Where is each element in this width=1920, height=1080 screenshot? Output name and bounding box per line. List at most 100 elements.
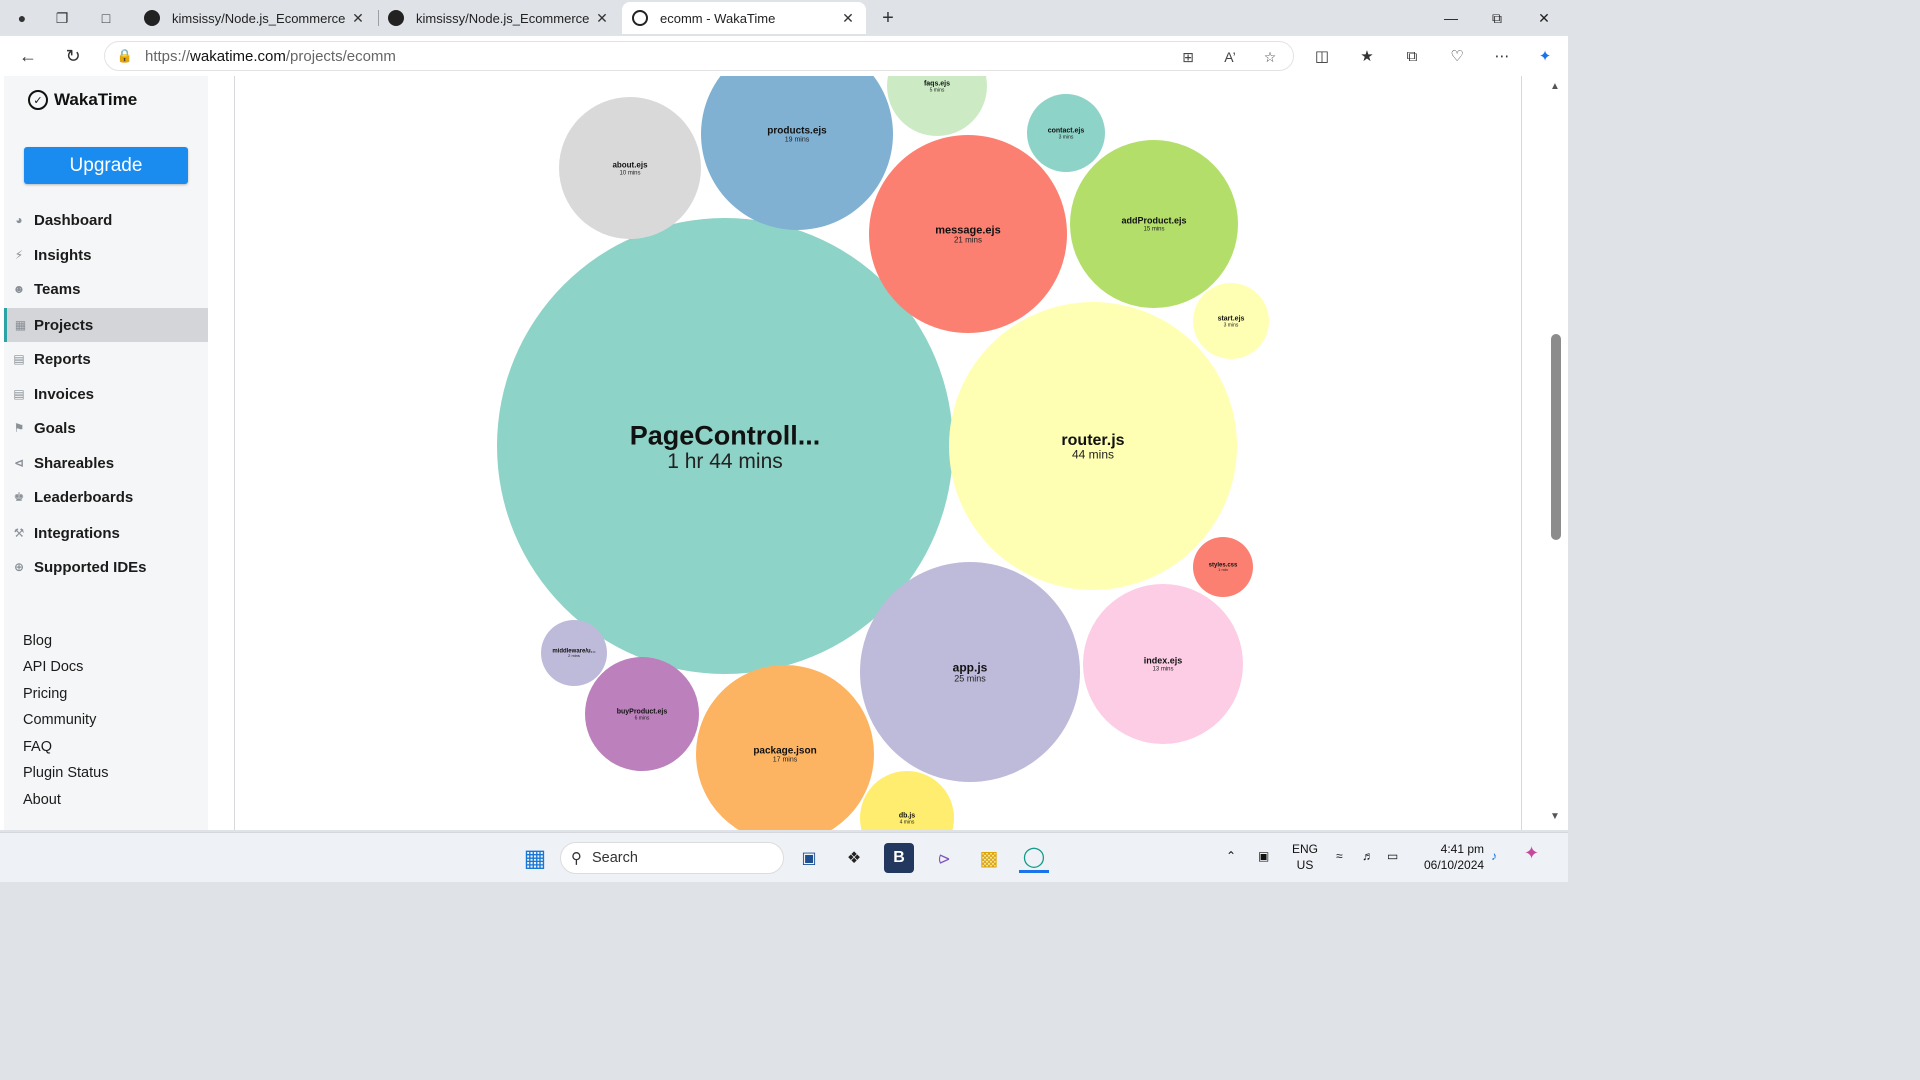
file-bubble-about-ejs[interactable]: about.ejs10 mins xyxy=(559,97,701,239)
sidebar-item-integrations[interactable]: ⚒ Integrations xyxy=(4,516,208,550)
sidebar-item-shareables[interactable]: ⊲ Shareables xyxy=(4,446,208,480)
bitwarden-app-icon[interactable]: B xyxy=(884,843,914,873)
workspaces-icon[interactable]: ❐ xyxy=(50,6,74,30)
bubble-file-name: app.js xyxy=(953,660,988,674)
url-text: https://wakatime.com/projects/ecomm xyxy=(145,47,396,65)
vertical-scrollbar[interactable]: ▲ ▼ xyxy=(1546,76,1568,830)
file-bubble-index-ejs[interactable]: index.ejs13 mins xyxy=(1083,584,1243,744)
copilot-taskbar-icon[interactable]: ✦ xyxy=(1524,844,1539,862)
clock[interactable]: 4:41 pm 06/10/2024 xyxy=(1424,841,1484,873)
back-icon[interactable]: ← xyxy=(16,44,40,68)
profile-icon[interactable]: ● xyxy=(10,6,34,30)
split-screen-icon[interactable]: ◫ xyxy=(1310,44,1334,68)
sidebar-item-supported-ides[interactable]: ⊕ Supported IDEs xyxy=(4,550,208,584)
file-bubble-styles-css[interactable]: styles.css1 min xyxy=(1193,537,1253,597)
file-bubble-middleware-u[interactable]: middleware/u...2 mins xyxy=(541,620,607,686)
dropbox-icon[interactable]: ❖ xyxy=(839,843,869,873)
bubble-time: 10 mins xyxy=(619,170,640,176)
wakatime-logo[interactable]: ✓ WakaTime xyxy=(28,90,137,110)
new-tab-icon[interactable]: + xyxy=(876,6,900,30)
close-icon[interactable]: ✕ xyxy=(840,10,856,27)
copilot-icon[interactable]: ✦ xyxy=(1533,44,1557,68)
windows-start-icon[interactable]: ▦ xyxy=(520,843,550,873)
close-icon[interactable]: ✕ xyxy=(594,10,610,27)
file-bubble-contact-ejs[interactable]: contact.ejs3 mins xyxy=(1027,94,1105,172)
bubble-time: 4 mins xyxy=(900,819,915,825)
language-indicator[interactable]: ENG US xyxy=(1292,841,1318,873)
volume-icon[interactable]: ♬ xyxy=(1362,848,1374,864)
restore-icon[interactable]: ⧉ xyxy=(1483,6,1511,30)
page: ✓ WakaTime Upgrade ◕ Dashboard ⚡ Insight… xyxy=(0,76,1568,830)
file-bubble-faqs-ejs[interactable]: faqs.ejs5 mins xyxy=(887,76,987,136)
grid-icon: ▦ xyxy=(14,318,27,332)
wifi-icon[interactable]: ≈ xyxy=(1336,848,1343,864)
footer-link-pricing[interactable]: Pricing xyxy=(23,686,67,702)
sidebar-item-goals[interactable]: ⚑ Goals xyxy=(4,411,208,445)
file-bubble-message-ejs[interactable]: message.ejs21 mins xyxy=(869,135,1067,333)
tab-github-1[interactable]: kimsissy/Node.js_Ecommerce ✕ xyxy=(134,4,376,32)
more-options-icon[interactable]: ⋯ xyxy=(1490,44,1514,68)
scroll-up-icon[interactable]: ▲ xyxy=(1550,81,1560,92)
sidebar-item-reports[interactable]: ▤ Reports xyxy=(4,342,208,376)
file-bubble-router-js[interactable]: router.js44 mins xyxy=(949,302,1237,590)
file-bubble-products-ejs[interactable]: products.ejs19 mins xyxy=(701,76,893,230)
lock-icon[interactable]: 🔒 xyxy=(105,48,145,64)
footer-link-blog[interactable]: Blog xyxy=(23,633,52,649)
taskbar-search[interactable]: ⚲ Search xyxy=(560,842,784,874)
app-available-icon[interactable]: ⊞ xyxy=(1177,46,1199,68)
close-icon[interactable]: ✕ xyxy=(350,10,366,27)
footer-link-faq[interactable]: FAQ xyxy=(23,739,52,755)
visual-studio-icon[interactable]: ⪧ xyxy=(929,843,959,873)
sidebar-item-insights[interactable]: ⚡ Insights xyxy=(4,238,208,272)
sidebar-item-projects[interactable]: ▦ Projects xyxy=(4,308,208,342)
sidebar: ✓ WakaTime Upgrade ◕ Dashboard ⚡ Insight… xyxy=(4,76,208,830)
edge-browser-icon[interactable]: ◯ xyxy=(1019,843,1049,873)
tab-wakatime[interactable]: ecomm - WakaTime ✕ xyxy=(622,2,866,34)
sidebar-item-leaderboards[interactable]: ♚ Leaderboards xyxy=(4,480,208,514)
windows-taskbar: ▦ ⚲ Search ▣ ❖ B ⪧ ▩ ◯ ⌃ ▣ ENG US ≈ ♬ ▭ … xyxy=(0,832,1568,882)
file-bubble-db-js[interactable]: db.js4 mins xyxy=(860,771,954,830)
address-bar[interactable]: 🔒 https://wakatime.com/projects/ecomm ⊞ … xyxy=(104,41,1294,71)
file-explorer-icon[interactable]: ▩ xyxy=(974,843,1004,873)
window-close-icon[interactable]: ✕ xyxy=(1530,6,1558,30)
sidebar-item-teams[interactable]: ☻ Teams xyxy=(4,272,208,306)
file-bubble-app-js[interactable]: app.js25 mins xyxy=(860,562,1080,782)
footer-link-community[interactable]: Community xyxy=(23,712,96,728)
read-aloud-icon[interactable]: A’ xyxy=(1219,46,1241,68)
file-bubble-addproduct-ejs[interactable]: addProduct.ejs15 mins xyxy=(1070,140,1238,308)
footer-link-api-docs[interactable]: API Docs xyxy=(23,659,83,675)
upgrade-button[interactable]: Upgrade xyxy=(24,147,188,184)
bubble-time: 44 mins xyxy=(1072,448,1114,462)
github-icon xyxy=(388,10,404,26)
bubble-file-name: index.ejs xyxy=(1144,656,1183,666)
file-bubble-package-json[interactable]: package.json17 mins xyxy=(696,665,874,830)
sidebar-item-dashboard[interactable]: ◕ Dashboard xyxy=(4,203,208,237)
trophy-icon: ♚ xyxy=(13,490,25,504)
favorite-star-icon[interactable]: ☆ xyxy=(1259,46,1281,68)
footer-link-plugin-status[interactable]: Plugin Status xyxy=(23,765,108,781)
file-bubble-start-ejs[interactable]: start.ejs3 mins xyxy=(1193,283,1269,359)
tab-actions-icon[interactable]: □ xyxy=(94,6,118,30)
scroll-down-icon[interactable]: ▼ xyxy=(1550,811,1560,822)
favorites-icon[interactable]: ★ xyxy=(1355,44,1379,68)
bubble-time: 1 hr 44 mins xyxy=(667,450,783,473)
touch-keyboard-icon[interactable]: ▣ xyxy=(1258,848,1269,864)
sidebar-item-invoices[interactable]: ▤ Invoices xyxy=(4,377,208,411)
bubble-time: 5 mins xyxy=(930,87,945,93)
footer-link-about[interactable]: About xyxy=(23,792,61,808)
share-icon: ⊲ xyxy=(13,456,25,470)
bubble-circle[interactable] xyxy=(701,76,893,230)
battery-icon[interactable]: ▭ xyxy=(1387,848,1398,864)
notification-bell-icon[interactable]: ♪ xyxy=(1491,848,1497,864)
browser-essentials-icon[interactable]: ♡ xyxy=(1445,44,1469,68)
refresh-icon[interactable]: ↻ xyxy=(61,44,85,68)
minimize-icon[interactable]: — xyxy=(1437,6,1465,30)
file-bubble-buyproduct-ejs[interactable]: buyProduct.ejs6 mins xyxy=(585,657,699,771)
scrollbar-thumb[interactable] xyxy=(1551,334,1561,540)
show-hidden-icons[interactable]: ⌃ xyxy=(1226,848,1236,864)
tab-github-2[interactable]: kimsissy/Node.js_Ecommerce ✕ xyxy=(378,4,620,32)
collections-icon[interactable]: ⧉ xyxy=(1400,44,1424,68)
bubble-time: 25 mins xyxy=(954,673,986,683)
bubble-file-name: package.json xyxy=(753,746,816,757)
microsoft-store-icon[interactable]: ▣ xyxy=(794,843,824,873)
